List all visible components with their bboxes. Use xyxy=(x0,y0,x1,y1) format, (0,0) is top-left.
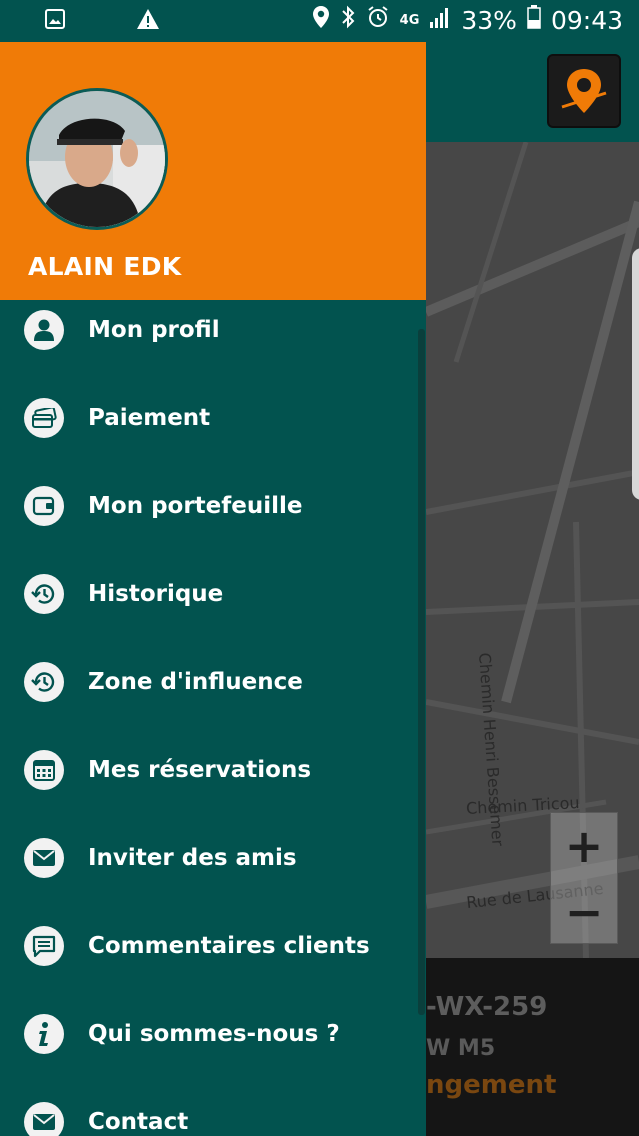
network-type-label: 4G xyxy=(399,12,420,28)
avatar[interactable] xyxy=(26,88,168,230)
chauffeur-avatar-icon xyxy=(29,91,165,227)
menu-item-reservations[interactable]: Mes réservations xyxy=(0,726,420,814)
app-logo[interactable] xyxy=(547,54,621,128)
alarm-icon xyxy=(366,5,390,35)
mail-icon xyxy=(24,838,64,878)
menu-item-label: Historique xyxy=(88,581,224,607)
menu-item-label: Paiement xyxy=(88,405,211,431)
cards-icon xyxy=(24,398,64,438)
menu-item-wallet[interactable]: Mon portefeuille xyxy=(0,462,420,550)
menu-item-label: Qui sommes-nous ? xyxy=(88,1021,340,1047)
menu-item-label: Inviter des amis xyxy=(88,845,297,871)
drawer-scrollbar[interactable] xyxy=(418,329,425,1015)
calendar-icon xyxy=(24,750,64,790)
menu-item-feedback[interactable]: Commentaires clients xyxy=(0,902,420,990)
menu-item-about[interactable]: Qui sommes-nous ? xyxy=(0,990,420,1078)
app-toolbar xyxy=(426,42,639,142)
image-notification-icon xyxy=(44,8,66,34)
zoom-out-button[interactable]: − xyxy=(551,879,617,945)
history-icon xyxy=(24,662,64,702)
comment-icon xyxy=(24,926,64,966)
vehicle-plate: -WX-259 xyxy=(426,992,548,1022)
menu-item-label: Contact xyxy=(88,1109,189,1135)
menu-item-zone[interactable]: Zone d'influence xyxy=(0,638,420,726)
info-icon xyxy=(24,1014,64,1054)
drawer-menu: Mon profil Paiement Mon portefeuille His… xyxy=(0,300,426,1136)
menu-item-label: Commentaires clients xyxy=(88,933,370,959)
menu-item-invite[interactable]: Inviter des amis xyxy=(0,814,420,902)
battery-icon xyxy=(527,5,541,35)
menu-item-history[interactable]: Historique xyxy=(0,550,420,638)
mail-icon xyxy=(24,1102,64,1136)
menu-item-payment[interactable]: Paiement xyxy=(0,374,420,462)
menu-item-label: Mes réservations xyxy=(88,757,312,783)
zoom-controls: + − xyxy=(550,812,618,944)
navigation-drawer: ALAIN EDK Mon profil Paiement Mon portef… xyxy=(0,42,426,1136)
person-icon xyxy=(24,310,64,350)
menu-item-profile[interactable]: Mon profil xyxy=(0,300,420,374)
menu-item-label: Mon profil xyxy=(88,317,220,343)
zoom-in-button[interactable]: + xyxy=(551,813,617,879)
logo-pin-icon xyxy=(561,69,607,113)
status-bar: 4G 33% 09:43 xyxy=(0,0,639,42)
wallet-icon xyxy=(24,486,64,526)
warning-icon xyxy=(136,8,160,34)
menu-item-label: Zone d'influence xyxy=(88,669,303,695)
history-icon xyxy=(24,574,64,614)
bluetooth-icon xyxy=(340,5,356,35)
location-icon xyxy=(312,5,330,35)
clock: 09:43 xyxy=(550,5,623,35)
vehicle-panel[interactable]: -WX-259 W M5 ngement xyxy=(426,958,639,1136)
signal-icon xyxy=(429,6,451,35)
drawer-header: ALAIN EDK xyxy=(0,42,426,300)
vehicle-model: W M5 xyxy=(426,1036,496,1061)
battery-percent: 33% xyxy=(461,5,517,35)
side-card[interactable] xyxy=(632,248,639,500)
menu-item-label: Mon portefeuille xyxy=(88,493,303,519)
menu-item-contact[interactable]: Contact xyxy=(0,1078,420,1136)
vehicle-status: ngement xyxy=(426,1070,557,1100)
username: ALAIN EDK xyxy=(28,252,182,281)
